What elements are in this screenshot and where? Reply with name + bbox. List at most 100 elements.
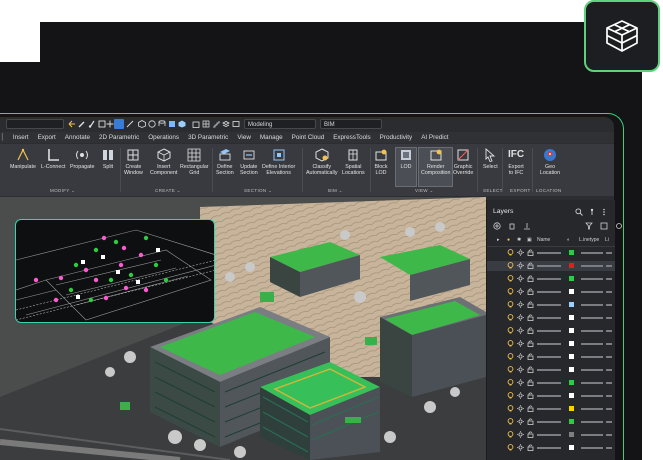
- layer-color-swatch[interactable]: [569, 393, 574, 398]
- layer-states-icon[interactable]: [600, 222, 608, 230]
- sphere-icon[interactable]: [148, 120, 156, 128]
- linetype-column-header[interactable]: L.inetype: [579, 237, 599, 243]
- layer-row[interactable]: [487, 339, 615, 349]
- menu-expresstools[interactable]: ExpressTools: [333, 134, 370, 141]
- spatial-locations-button[interactable]: Spatial Locations: [342, 148, 365, 176]
- pencil-icon[interactable]: [78, 120, 86, 128]
- define-section-button[interactable]: Define Section: [216, 148, 234, 176]
- layer-row[interactable]: [487, 443, 615, 453]
- sun-icon[interactable]: [517, 340, 524, 347]
- menu-annotate[interactable]: Annotate: [65, 134, 90, 141]
- bulb-icon[interactable]: [507, 418, 514, 426]
- menu-manage[interactable]: Manage: [260, 134, 283, 141]
- bulb-icon[interactable]: [507, 327, 514, 335]
- layer-row[interactable]: [487, 313, 615, 323]
- sun-icon[interactable]: [517, 301, 524, 308]
- layer-color-swatch[interactable]: [569, 406, 574, 411]
- select-button[interactable]: Select: [483, 148, 498, 170]
- layer-row[interactable]: [487, 391, 615, 401]
- rectangular-grid-button[interactable]: Rectangular Grid: [180, 148, 209, 176]
- layer-row[interactable]: [487, 287, 615, 297]
- sun-icon[interactable]: [517, 327, 524, 334]
- unlock-icon[interactable]: [527, 262, 534, 269]
- sun-icon[interactable]: [517, 275, 524, 282]
- sun-icon[interactable]: [517, 314, 524, 321]
- building-icon[interactable]: [192, 120, 200, 128]
- manipulate-button[interactable]: Manipulate: [10, 148, 36, 170]
- stairs-icon[interactable]: [212, 120, 220, 128]
- layer-stack-icon[interactable]: [222, 120, 230, 128]
- menu-view[interactable]: View: [237, 134, 251, 141]
- unlock-icon[interactable]: [527, 405, 534, 412]
- picture-icon[interactable]: [232, 120, 240, 128]
- unlock-icon[interactable]: [527, 314, 534, 321]
- unlock-icon[interactable]: [527, 444, 534, 451]
- move-icon[interactable]: [106, 120, 114, 128]
- menu-export[interactable]: Export: [38, 134, 56, 141]
- layer-color-swatch[interactable]: [569, 263, 574, 268]
- layer-color-swatch[interactable]: [569, 250, 574, 255]
- layer-row[interactable]: [487, 378, 615, 388]
- layer-color-swatch[interactable]: [569, 367, 574, 372]
- box-icon[interactable]: [138, 120, 146, 128]
- sun-icon[interactable]: [517, 418, 524, 425]
- sun-icon[interactable]: [517, 379, 524, 386]
- insert-component-button[interactable]: Insert Component: [150, 148, 177, 176]
- create-window-button[interactable]: Create Window: [124, 148, 143, 176]
- l-connect-button[interactable]: L-Connect: [41, 148, 65, 170]
- layer-color-swatch[interactable]: [569, 328, 574, 333]
- unlock-icon[interactable]: [527, 327, 534, 334]
- layer-row[interactable]: [487, 326, 615, 336]
- lineweight-column-header[interactable]: Li: [605, 237, 609, 243]
- unlock-icon[interactable]: [527, 353, 534, 360]
- layer-row[interactable]: [487, 261, 615, 271]
- unlock-icon[interactable]: [527, 366, 534, 373]
- sun-icon[interactable]: [517, 353, 524, 360]
- bulb-icon[interactable]: [507, 262, 514, 270]
- classify-automatically-button[interactable]: Classify Automatically: [306, 148, 338, 176]
- bulb-icon[interactable]: [507, 379, 514, 387]
- layer-settings-icon[interactable]: [615, 222, 623, 230]
- tool-icon[interactable]: [98, 120, 106, 128]
- bulb-icon[interactable]: [507, 301, 514, 309]
- unlock-icon[interactable]: [527, 249, 534, 256]
- bulb-icon[interactable]: [507, 249, 514, 257]
- bulb-icon[interactable]: [507, 444, 514, 452]
- unlock-icon[interactable]: [527, 418, 534, 425]
- unlock-icon[interactable]: [527, 392, 534, 399]
- sun-icon[interactable]: [517, 249, 524, 256]
- sun-icon[interactable]: [517, 444, 524, 451]
- unlock-icon[interactable]: [527, 431, 534, 438]
- geo-location-button[interactable]: Geo Location: [540, 148, 560, 176]
- menu-insert[interactable]: Insert: [13, 134, 29, 141]
- layer-row[interactable]: [487, 404, 615, 414]
- bulb-icon[interactable]: [507, 392, 514, 400]
- menu-2d-parametric[interactable]: 2D Parametric: [99, 134, 139, 141]
- search-icon[interactable]: [575, 208, 583, 216]
- grid-icon[interactable]: [202, 120, 210, 128]
- layer-color-swatch[interactable]: [569, 445, 574, 450]
- bulb-icon[interactable]: [507, 431, 514, 439]
- qat-dropdown[interactable]: [6, 119, 64, 129]
- layer-row[interactable]: [487, 352, 615, 362]
- layer-color-swatch[interactable]: [569, 354, 574, 359]
- block-lod-button[interactable]: Block LOD: [374, 148, 388, 176]
- layer-color-swatch[interactable]: [569, 341, 574, 346]
- define-interior-elevations-button[interactable]: Define Interior Elevations: [262, 148, 295, 176]
- layer-color-swatch[interactable]: [569, 432, 574, 437]
- delete-layer-icon[interactable]: [508, 222, 516, 230]
- unlock-icon[interactable]: [527, 288, 534, 295]
- layer-color-swatch[interactable]: [569, 276, 574, 281]
- bulb-icon[interactable]: [507, 340, 514, 348]
- layer-row[interactable]: [487, 365, 615, 375]
- select-mode-button[interactable]: [114, 119, 124, 129]
- bulb-icon[interactable]: [507, 353, 514, 361]
- bulb-icon[interactable]: [507, 314, 514, 322]
- more-options-icon[interactable]: [600, 208, 608, 216]
- layer-row[interactable]: [487, 248, 615, 258]
- layer-row[interactable]: [487, 430, 615, 440]
- cube-icon[interactable]: [178, 120, 186, 128]
- menu-ai-predict[interactable]: AI Predict: [421, 134, 448, 141]
- unlock-icon[interactable]: [527, 301, 534, 308]
- layer-color-swatch[interactable]: [569, 419, 574, 424]
